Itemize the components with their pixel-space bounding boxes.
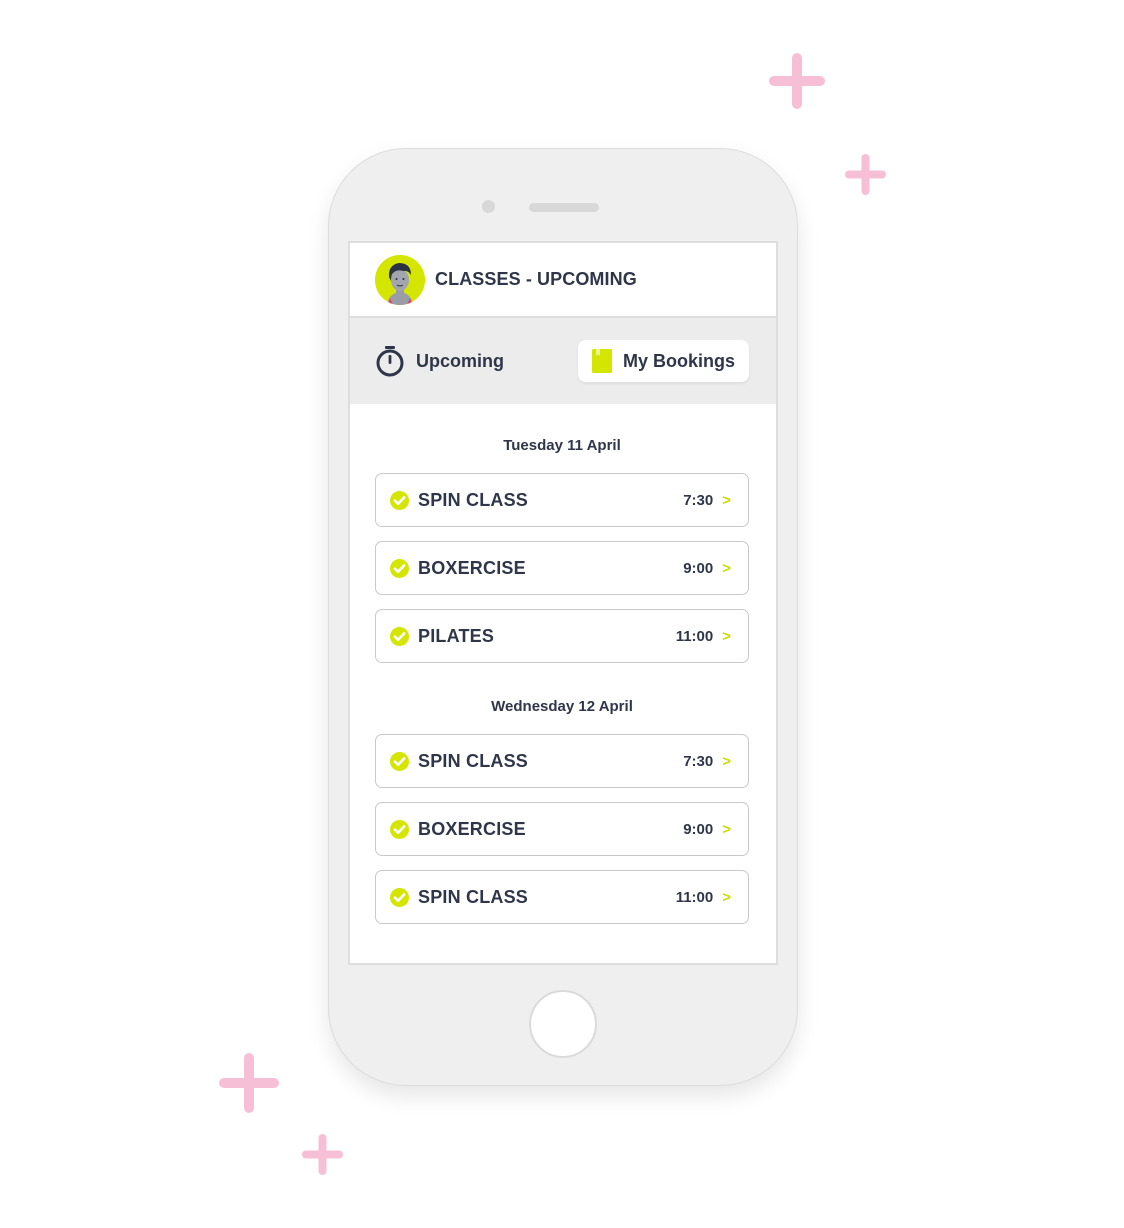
camera-icon bbox=[482, 200, 495, 213]
page-title: CLASSES - UPCOMING bbox=[435, 269, 637, 289]
chevron-right-icon: > bbox=[722, 627, 731, 645]
check-circle-icon bbox=[390, 751, 409, 771]
tab-my-bookings-label: My Bookings bbox=[622, 350, 735, 371]
class-time: 7:30 bbox=[683, 752, 714, 770]
day-group: Wednesday 12 April SPIN CLASS 7:30 > BOX… bbox=[375, 695, 749, 924]
class-name: BOXERCISE bbox=[418, 557, 526, 578]
chevron-right-icon: > bbox=[722, 820, 731, 838]
check-circle-icon bbox=[390, 490, 409, 510]
app-header: CLASSES - UPCOMING bbox=[350, 243, 776, 318]
chevron-right-icon: > bbox=[722, 888, 731, 906]
bookmark-book-icon bbox=[591, 349, 612, 373]
class-card[interactable]: BOXERCISE 9:00 > bbox=[375, 541, 749, 595]
speaker-grille bbox=[529, 203, 599, 212]
sparkle-plus-icon bbox=[219, 1053, 279, 1113]
home-button[interactable] bbox=[529, 990, 597, 1058]
class-name: BOXERCISE bbox=[418, 818, 526, 839]
class-time: 7:30 bbox=[683, 491, 714, 509]
class-time: 11:00 bbox=[675, 627, 714, 645]
chevron-right-icon: > bbox=[722, 491, 731, 509]
tab-my-bookings[interactable]: My Bookings bbox=[577, 340, 749, 382]
class-name: SPIN CLASS bbox=[418, 750, 529, 771]
day-heading: Wednesday 12 April bbox=[491, 698, 633, 715]
day-heading: Tuesday 11 April bbox=[503, 437, 621, 454]
class-card[interactable]: SPIN CLASS 7:30 > bbox=[375, 734, 749, 788]
day-group: Tuesday 11 April SPIN CLASS 7:30 > BOXER… bbox=[375, 434, 749, 663]
phone-mockup: CLASSES - UPCOMING Upcoming My Bookings bbox=[328, 148, 798, 1086]
tab-bar: Upcoming My Bookings bbox=[350, 318, 776, 404]
class-name: SPIN CLASS bbox=[418, 489, 529, 510]
check-circle-icon bbox=[390, 819, 409, 839]
check-circle-icon bbox=[390, 558, 409, 578]
class-card[interactable]: SPIN CLASS 11:00 > bbox=[375, 870, 749, 924]
class-time: 9:00 bbox=[683, 820, 714, 838]
class-name: PILATES bbox=[418, 625, 495, 646]
chevron-right-icon: > bbox=[722, 752, 731, 770]
bookings-list: Tuesday 11 April SPIN CLASS 7:30 > BOXER… bbox=[350, 404, 776, 924]
chevron-right-icon: > bbox=[722, 559, 731, 577]
check-circle-icon bbox=[390, 887, 409, 907]
tab-upcoming[interactable]: Upcoming bbox=[375, 340, 504, 382]
sparkle-plus-icon bbox=[302, 1134, 343, 1175]
sparkle-plus-icon bbox=[845, 154, 886, 195]
class-name: SPIN CLASS bbox=[418, 886, 529, 907]
avatar[interactable] bbox=[375, 254, 425, 305]
user-avatar-icon bbox=[375, 254, 425, 305]
class-card[interactable]: BOXERCISE 9:00 > bbox=[375, 802, 749, 856]
app-screen: CLASSES - UPCOMING Upcoming My Bookings bbox=[348, 241, 778, 965]
class-time: 11:00 bbox=[675, 888, 714, 906]
sparkle-plus-icon bbox=[769, 53, 825, 109]
check-circle-icon bbox=[390, 626, 409, 646]
class-card[interactable]: PILATES 11:00 > bbox=[375, 609, 749, 663]
class-card[interactable]: SPIN CLASS 7:30 > bbox=[375, 473, 749, 527]
tab-upcoming-label: Upcoming bbox=[416, 350, 504, 371]
stopwatch-icon bbox=[376, 346, 404, 377]
class-time: 9:00 bbox=[683, 559, 714, 577]
